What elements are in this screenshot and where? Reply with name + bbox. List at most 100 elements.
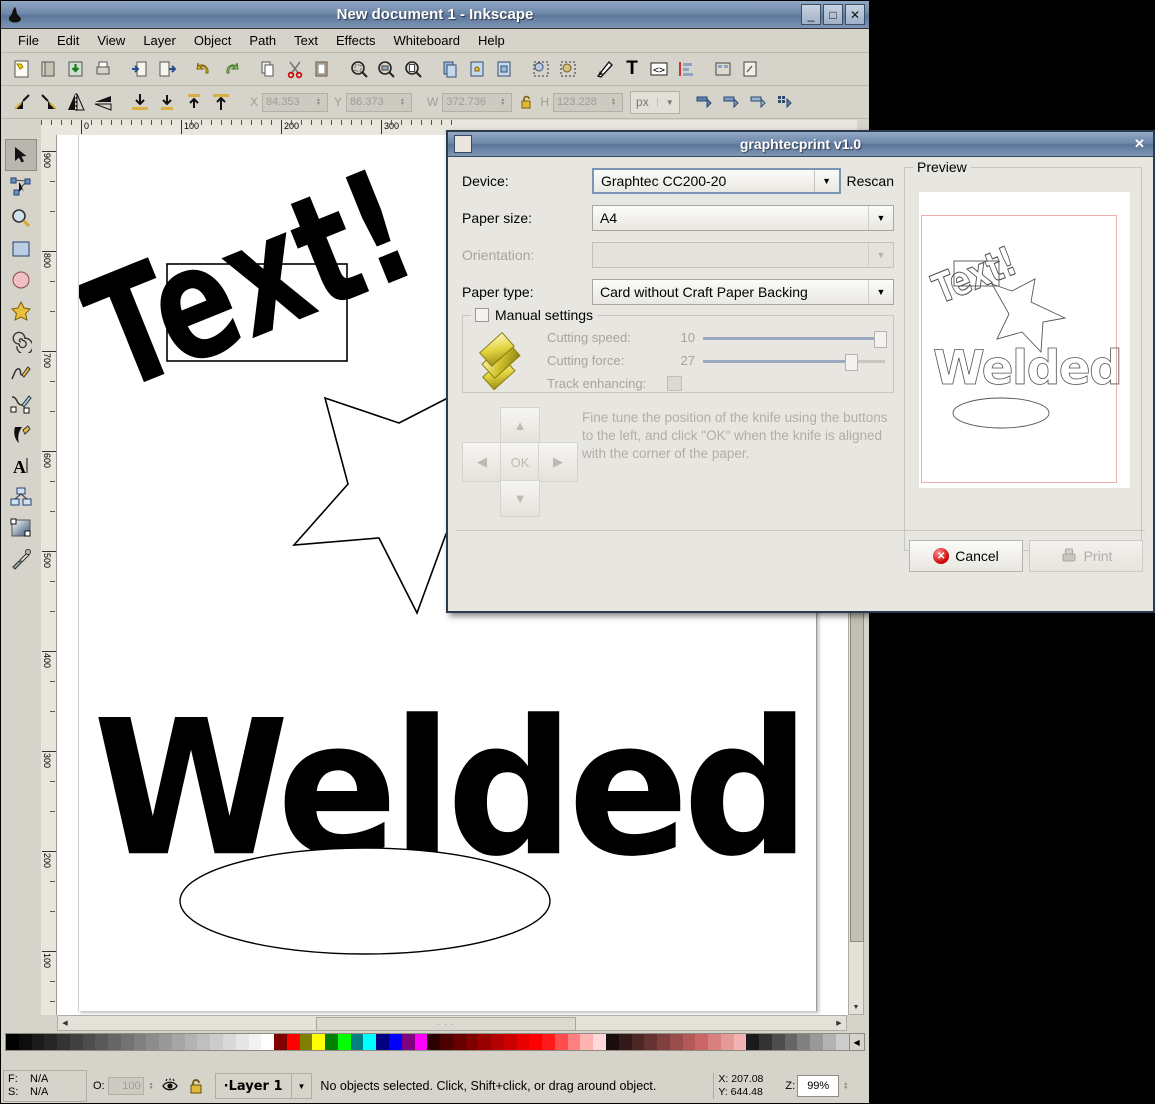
y-spinner[interactable]: ▲▼ [400, 98, 408, 106]
save-document-icon[interactable] [63, 56, 89, 82]
palette-swatch[interactable] [683, 1034, 696, 1050]
rotate-90-cw-icon[interactable] [36, 89, 62, 115]
palette-swatch[interactable] [325, 1034, 338, 1050]
new-document-icon[interactable] [9, 56, 35, 82]
x-spinner[interactable]: ▲▼ [316, 98, 324, 106]
palette-swatch[interactable] [415, 1034, 428, 1050]
palette-swatch[interactable] [197, 1034, 210, 1050]
scroll-left-arrow-icon[interactable]: ◀ [59, 1017, 71, 1029]
palette-swatch[interactable] [810, 1034, 823, 1050]
color-palette[interactable]: ◀ [5, 1033, 865, 1051]
chevron-down-icon[interactable]: ▼ [814, 170, 839, 192]
palette-swatch[interactable] [134, 1034, 147, 1050]
w-spinner[interactable]: ▲▼ [500, 98, 508, 106]
zoom-tool[interactable] [6, 203, 36, 233]
rotate-90-ccw-icon[interactable] [9, 89, 35, 115]
group-icon[interactable] [528, 56, 554, 82]
palette-swatch[interactable] [83, 1034, 96, 1050]
menu-effects[interactable]: Effects [327, 31, 385, 50]
raise-to-top-icon[interactable] [208, 89, 234, 115]
menu-object[interactable]: Object [185, 31, 241, 50]
pencil-tool[interactable] [6, 358, 36, 388]
palette-swatch[interactable] [440, 1034, 453, 1050]
affect-gradients-icon[interactable] [745, 89, 771, 115]
palette-swatch[interactable] [95, 1034, 108, 1050]
lower-icon[interactable] [154, 89, 180, 115]
calligraphy-pen-icon[interactable] [6, 420, 36, 450]
palette-swatch[interactable] [491, 1034, 504, 1050]
palette-swatch[interactable] [517, 1034, 530, 1050]
letter-a-icon[interactable]: A [6, 451, 36, 481]
palette-swatch[interactable] [185, 1034, 198, 1050]
palette-swatch[interactable] [287, 1034, 300, 1050]
palette-swatch[interactable] [300, 1034, 313, 1050]
rectangle-tool[interactable] [6, 234, 36, 264]
text-tool-icon[interactable]: T [619, 56, 645, 82]
palette-swatch[interactable] [555, 1034, 568, 1050]
palette-swatch[interactable] [657, 1034, 670, 1050]
palette-swatch[interactable] [6, 1034, 19, 1050]
device-select[interactable]: Graphtec CC200-20 ▼ [592, 168, 841, 194]
move-down-button[interactable]: ▼ [500, 480, 540, 517]
palette-swatch[interactable] [478, 1034, 491, 1050]
undo-icon[interactable] [191, 56, 217, 82]
palette-swatch[interactable] [121, 1034, 134, 1050]
affect-rounded-corners-icon[interactable] [718, 89, 744, 115]
palette-swatch[interactable] [249, 1034, 262, 1050]
palette-swatch[interactable] [529, 1034, 542, 1050]
zoom-control[interactable]: Z: 99% ▲▼ [785, 1075, 851, 1097]
copy-icon[interactable] [255, 56, 281, 82]
palette-swatch[interactable] [836, 1034, 849, 1050]
palette-swatch[interactable] [466, 1034, 479, 1050]
flip-horizontal-icon[interactable] [63, 89, 89, 115]
spiral-tool[interactable] [6, 327, 36, 357]
lower-to-bottom-icon[interactable] [127, 89, 153, 115]
affect-stroke-width-icon[interactable] [691, 89, 717, 115]
close-button[interactable]: ✕ [845, 4, 865, 25]
opacity-spinner[interactable]: ▲▼ [149, 1082, 157, 1090]
palette-swatch[interactable] [261, 1034, 274, 1050]
palette-swatch[interactable] [453, 1034, 466, 1050]
menu-file[interactable]: File [9, 31, 48, 50]
rescan-button[interactable]: Rescan [847, 173, 894, 189]
palette-swatch[interactable] [172, 1034, 185, 1050]
w-field[interactable]: 372.736▲▼ [442, 93, 512, 112]
minimize-button[interactable]: _ [801, 4, 821, 25]
redo-icon[interactable] [218, 56, 244, 82]
palette-swatch[interactable] [823, 1034, 836, 1050]
palette-swatch[interactable] [70, 1034, 83, 1050]
export-icon[interactable] [154, 56, 180, 82]
palette-swatch[interactable] [389, 1034, 402, 1050]
ungroup-icon[interactable] [555, 56, 581, 82]
opacity-control[interactable]: O: 100 ▲▼ [93, 1077, 157, 1095]
palette-swatch[interactable] [708, 1034, 721, 1050]
menu-edit[interactable]: Edit [48, 31, 88, 50]
palette-swatch[interactable] [593, 1034, 606, 1050]
palette-swatch[interactable] [32, 1034, 45, 1050]
menu-path[interactable]: Path [240, 31, 285, 50]
palette-swatch[interactable] [363, 1034, 376, 1050]
h-spinner[interactable]: ▲▼ [611, 98, 619, 106]
palette-swatch[interactable] [644, 1034, 657, 1050]
x-field[interactable]: 84.353▲▼ [262, 93, 328, 112]
palette-swatch[interactable] [223, 1034, 236, 1050]
fill-stroke-icon[interactable] [592, 56, 618, 82]
xml-editor-icon[interactable]: <> [646, 56, 672, 82]
palette-swatch[interactable] [427, 1034, 440, 1050]
move-right-button[interactable]: ▶ [538, 442, 578, 482]
scroll-right-arrow-icon[interactable]: ▶ [833, 1017, 845, 1029]
zoom-spinner[interactable]: ▲▼ [843, 1082, 851, 1090]
palette-swatch[interactable] [338, 1034, 351, 1050]
chevron-down-icon[interactable]: ▼ [868, 206, 893, 230]
horizontal-scrollbar-thumb[interactable]: · · · [316, 1017, 576, 1031]
duplicate-icon[interactable] [437, 56, 463, 82]
move-left-button[interactable]: ◀ [462, 442, 502, 482]
open-document-icon[interactable] [36, 56, 62, 82]
zoom-drawing-icon[interactable] [346, 56, 372, 82]
palette-swatch[interactable] [759, 1034, 772, 1050]
h-field[interactable]: 123.228▲▼ [553, 93, 623, 112]
palette-swatch[interactable] [146, 1034, 159, 1050]
palette-swatch[interactable] [797, 1034, 810, 1050]
palette-swatch[interactable] [606, 1034, 619, 1050]
palette-swatch[interactable] [632, 1034, 645, 1050]
